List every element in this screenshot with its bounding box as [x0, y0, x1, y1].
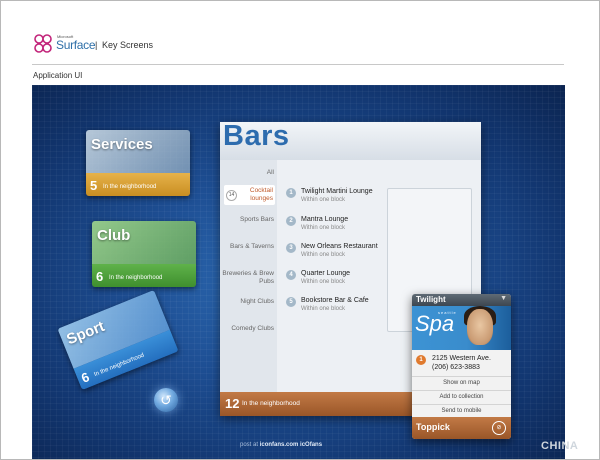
list-distance: Within one block [301, 252, 346, 258]
tile-count: 6 [96, 269, 104, 284]
tile-services[interactable]: Services 5 In the neighborhood [86, 130, 190, 196]
category-sports-bars[interactable]: Sports Bars [220, 216, 274, 224]
list-name: New Orleans Restaurant [301, 243, 378, 250]
list-distance: Within one block [301, 225, 346, 231]
venue-address: 2125 Western Ave. (206) 623-3883 [432, 354, 491, 372]
venue-detail-card: Twilight ▼ seattle Spa 1 2125 Western Av… [412, 294, 511, 439]
list-number: 5 [286, 297, 296, 307]
list-number: 4 [286, 270, 296, 280]
header-title: Key Screens [102, 40, 154, 50]
back-arrow-icon: ↺ [160, 392, 172, 408]
tile-title: Services [91, 136, 153, 153]
panel-header: Bars [220, 120, 481, 160]
category-all[interactable]: All [220, 169, 274, 177]
send-to-mobile-button[interactable]: Send to mobile [412, 404, 511, 418]
tile-footer: 6 In the neighborhood [92, 264, 196, 287]
list-distance: Within one block [301, 306, 346, 312]
list-distance: Within one block [301, 197, 346, 203]
venue-logo: Spa [415, 311, 455, 336]
back-button[interactable]: ↺ [154, 388, 178, 412]
show-on-map-button[interactable]: Show on map [412, 376, 511, 390]
category-cocktail-lounges[interactable]: 14 Cocktail lounges [224, 185, 275, 205]
list-name: Quarter Lounge [301, 270, 351, 277]
tile-footer: 5 In the neighborhood [86, 173, 190, 196]
toppick-icon[interactable]: ⊘ [492, 421, 506, 435]
brand-separator: | [95, 40, 98, 50]
list-number: 3 [286, 243, 296, 253]
footer-count: 12 [225, 396, 240, 411]
credit-prefix: post at [240, 442, 259, 448]
credit-line: post at iconfans.com icOfans [240, 442, 322, 448]
chevron-down-icon[interactable]: ▼ [500, 295, 507, 302]
category-label: Cocktail lounges [249, 187, 273, 202]
list-distance: Within one block [301, 279, 346, 285]
tile-club[interactable]: Club 6 In the neighborhood [92, 221, 196, 287]
list-number: 2 [286, 216, 296, 226]
section-label: Application UI [33, 71, 83, 80]
surface-stage: Services 5 In the neighborhood Club 6 In… [32, 85, 565, 459]
card-title: Twilight [416, 295, 446, 304]
credit-site: iconfans.com [259, 442, 299, 448]
category-breweries[interactable]: Breweries & Brew Pubs [220, 270, 274, 286]
tile-count: 5 [90, 178, 98, 193]
tile-sport[interactable]: Sport 6 In the neighborhood [57, 289, 179, 391]
toppick-label: Toppick [416, 422, 450, 432]
category-sidebar: All 14 Cocktail lounges Sports Bars Bars… [220, 160, 277, 392]
category-count-badge: 14 [226, 190, 237, 201]
address-line: 2125 Western Ave. [432, 355, 491, 362]
butterfly-logo-icon [34, 34, 52, 53]
tile-title: Club [97, 227, 131, 244]
panel-title: Bars [223, 120, 290, 152]
tile-subtitle: In the neighborhood [103, 184, 157, 190]
category-comedy-clubs[interactable]: Comedy Clubs [220, 325, 274, 333]
tile-subtitle: In the neighborhood [109, 275, 163, 281]
category-bars-taverns[interactable]: Bars & Taverns [220, 243, 274, 251]
add-to-collection-button[interactable]: Add to collection [412, 390, 511, 404]
watermark: CHINA [541, 440, 579, 452]
credit-mark: icOfans [300, 442, 323, 448]
header-divider [32, 64, 564, 65]
brand-name: Surface [56, 38, 96, 52]
tile-subtitle: In the neighborhood [93, 352, 146, 379]
venue-number: 1 [416, 355, 426, 365]
list-name: Bookstore Bar & Cafe [301, 297, 369, 304]
photo-face [467, 309, 493, 345]
list-number: 1 [286, 188, 296, 198]
phone-line: (206) 623-3883 [432, 364, 480, 371]
card-titlebar: Twilight ▼ [412, 294, 511, 306]
category-night-clubs[interactable]: Night Clubs [220, 298, 274, 306]
venue-photo: seattle Spa [412, 306, 511, 350]
list-name: Twilight Martini Lounge [301, 188, 373, 195]
list-name: Mantra Lounge [301, 216, 349, 223]
tile-count: 6 [79, 369, 92, 386]
footer-subtitle: In the neighborhood [242, 400, 300, 407]
card-footer: Toppick ⊘ [412, 417, 511, 439]
